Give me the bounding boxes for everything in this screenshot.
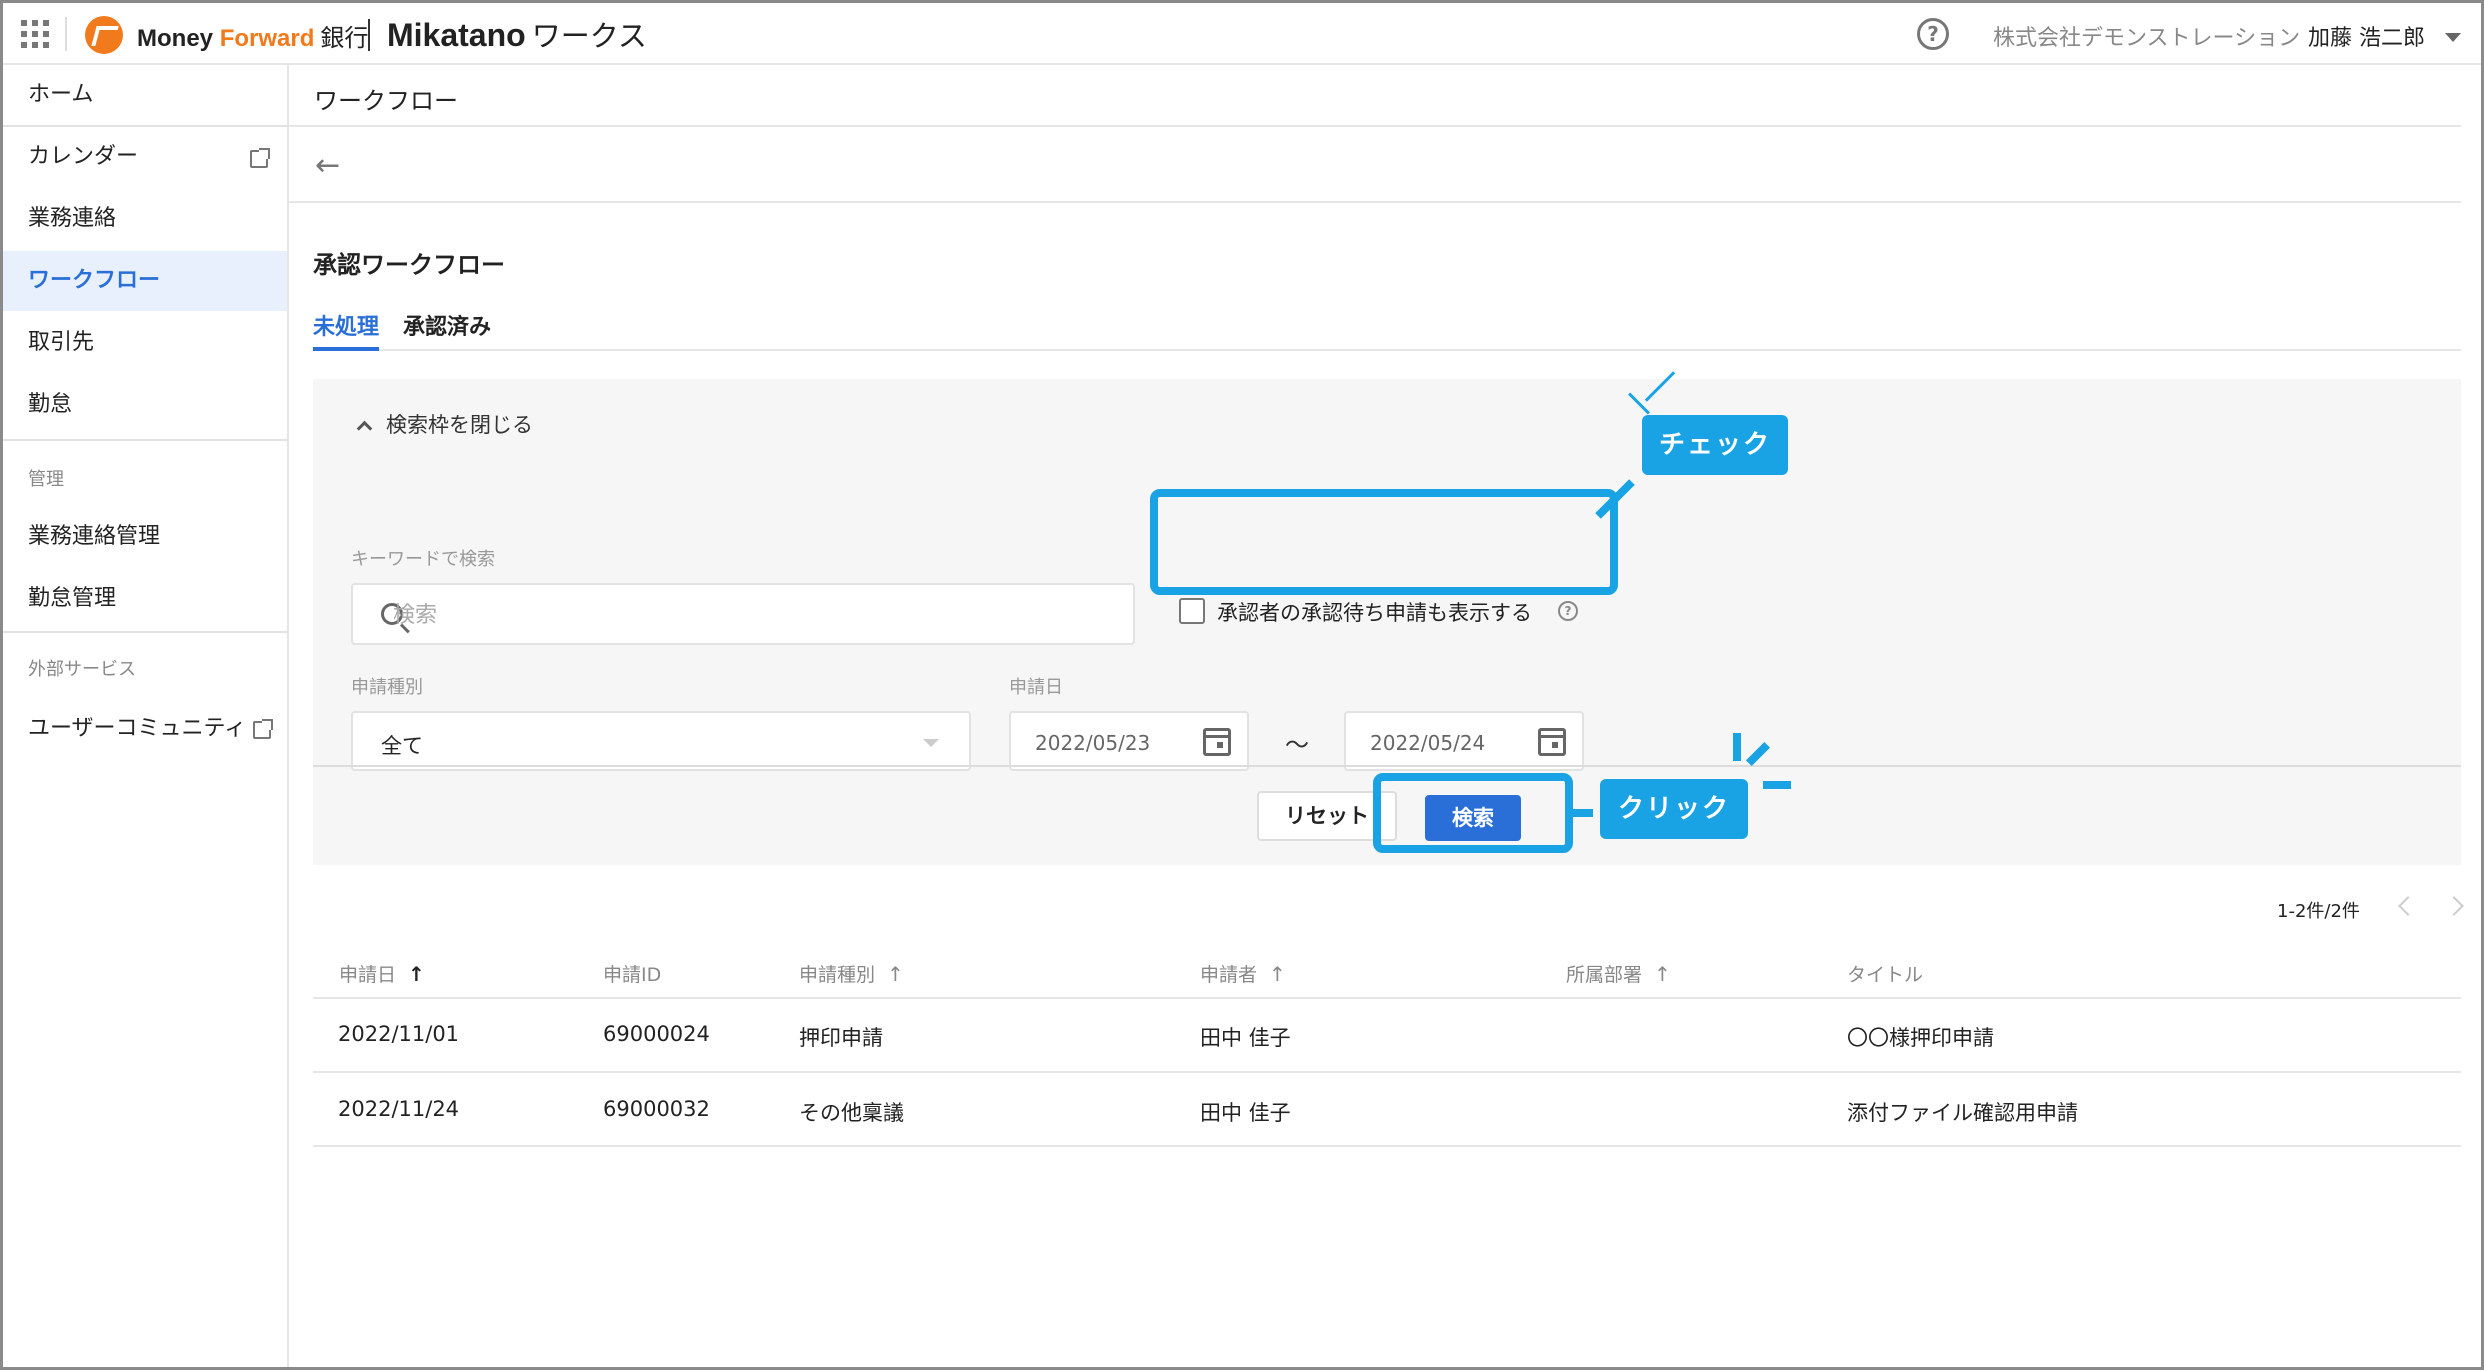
column-header-id: 申請ID — [603, 964, 662, 986]
column-header-type[interactable]: 申請種別 ↑ — [799, 960, 904, 987]
external-link-icon — [250, 148, 270, 168]
brand-separator — [368, 19, 370, 51]
sidebar-item-calendar[interactable]: カレンダー — [3, 127, 287, 187]
cell-applicant: 田中 佳子 — [1200, 1101, 1291, 1125]
click-burst-stroke — [1763, 781, 1791, 789]
page-header: ワークフロー — [289, 65, 2461, 127]
callout-connector — [1571, 809, 1593, 817]
cell-id: 69000024 — [603, 1022, 710, 1046]
page-header-title: ワークフロー — [314, 87, 458, 115]
back-arrow-icon[interactable]: ← — [315, 151, 340, 181]
sidebar-section-external: 外部サービス — [28, 659, 136, 680]
table-header-divider — [313, 997, 2461, 999]
cell-title: 〇〇様押印申請 — [1847, 1026, 1994, 1050]
user-menu[interactable]: 加藤 浩二郎 — [2308, 20, 2425, 52]
sidebar-section-admin: 管理 — [28, 469, 64, 490]
main-content: ワークフロー ← 承認ワークフロー 未処理 承認済み 検索枠を閉じる キーワード… — [289, 65, 2481, 1367]
app-grid-icon[interactable] — [21, 20, 49, 48]
table-row-divider — [313, 1071, 2461, 1073]
cell-applicant: 田中 佳子 — [1200, 1026, 1291, 1050]
question-circle-icon[interactable]: ? — [1558, 601, 1578, 621]
sort-arrow-up-icon: ↑ — [408, 962, 425, 986]
type-select[interactable]: 全て — [351, 711, 971, 771]
sort-arrow-up-icon: ↑ — [887, 962, 904, 986]
collapse-search-toggle[interactable]: 検索枠を閉じる — [356, 409, 533, 439]
column-header-applicant[interactable]: 申請者 ↑ — [1200, 960, 1286, 987]
column-header-department[interactable]: 所属部署 ↑ — [1566, 960, 1671, 987]
product-name: Mikatano ワークス — [387, 17, 647, 53]
sidebar-item-home[interactable]: ホーム — [3, 65, 287, 125]
sort-arrow-up-icon: ↑ — [1654, 962, 1671, 986]
sidebar-item-notices[interactable]: 業務連絡 — [3, 189, 287, 249]
tabs: 未処理 承認済み — [313, 309, 2461, 351]
cell-title: 添付ファイル確認用申請 — [1847, 1101, 2078, 1125]
help-icon[interactable]: ? — [1917, 18, 1949, 50]
chevron-left-icon[interactable] — [2398, 896, 2418, 916]
click-callout: クリック — [1600, 779, 1748, 839]
column-header-date[interactable]: 申請日 ↑ — [339, 960, 425, 987]
keyword-label: キーワードで検索 — [351, 549, 495, 570]
cell-type: 押印申請 — [799, 1026, 883, 1050]
sidebar-item-attendance-admin[interactable]: 勤怠管理 — [3, 569, 287, 629]
brand-name: Money Forward 銀行 — [137, 25, 369, 52]
sidebar-item-clients[interactable]: 取引先 — [3, 313, 287, 373]
type-select-value: 全て — [381, 734, 423, 758]
section-title: 承認ワークフロー — [313, 251, 505, 279]
top-header: Money Forward 銀行 Mikatano ワークス ? 株式会社デモンスト… — [3, 3, 2481, 65]
column-header-title: タイトル — [1847, 964, 1924, 986]
sidebar-item-label: カレンダー — [28, 144, 139, 169]
tab-approved[interactable]: 承認済み — [403, 309, 491, 351]
date-from-value: 2022/05/23 — [1035, 731, 1151, 755]
sidebar-item-label: ユーザーコミュニティ — [28, 716, 247, 741]
sidebar: ホーム カレンダー 業務連絡 ワークフロー 取引先 勤怠 管理 業務連絡管理 勤… — [3, 65, 289, 1367]
checkbox-label: 承認者の承認待ち申請も表示する — [1217, 601, 1532, 625]
sidebar-item-workflow[interactable]: ワークフロー — [3, 251, 287, 311]
date-to-field[interactable]: 2022/05/24 — [1344, 711, 1584, 771]
search-input-box — [351, 583, 1135, 645]
cell-date: 2022/11/24 — [338, 1097, 460, 1121]
date-range-separator: 〜 — [1285, 731, 1309, 759]
chevron-down-icon — [923, 739, 939, 747]
date-from-field[interactable]: 2022/05/23 — [1009, 711, 1249, 771]
search-input[interactable] — [393, 593, 1093, 637]
sidebar-item-attendance[interactable]: 勤怠 — [3, 375, 287, 435]
sidebar-item-notice-admin[interactable]: 業務連絡管理 — [3, 507, 287, 567]
sidebar-divider — [3, 439, 287, 441]
sidebar-item-user-community[interactable]: ユーザーコミュニティ — [3, 699, 287, 759]
chevron-down-icon[interactable] — [2445, 33, 2461, 42]
calendar-icon[interactable] — [1203, 728, 1231, 756]
chevron-up-icon — [356, 420, 373, 437]
cell-id: 69000032 — [603, 1097, 710, 1121]
check-callout: チェック — [1642, 415, 1788, 475]
sort-arrow-up-icon: ↑ — [1269, 962, 1286, 986]
panel-divider — [313, 765, 2461, 767]
search-button-highlight-box — [1373, 773, 1573, 853]
money-forward-logo-icon — [85, 16, 123, 54]
pagination-info: 1-2件/2件 — [2277, 901, 2360, 922]
company-name: 株式会社デモンストレーション — [1993, 26, 2301, 51]
date-label: 申請日 — [1009, 677, 1063, 698]
date-to-value: 2022/05/24 — [1370, 731, 1486, 755]
chevron-right-icon[interactable] — [2444, 896, 2464, 916]
header-divider — [65, 17, 67, 51]
back-row: ← — [289, 127, 2461, 203]
checkbox-highlight-box — [1150, 489, 1618, 595]
external-link-icon — [253, 719, 273, 739]
type-label: 申請種別 — [351, 677, 423, 698]
show-pending-approvals-checkbox[interactable] — [1179, 598, 1205, 624]
calendar-icon[interactable] — [1538, 728, 1566, 756]
tab-pending[interactable]: 未処理 — [313, 309, 380, 351]
click-burst-stroke — [1733, 733, 1741, 761]
sidebar-divider — [3, 631, 287, 633]
cell-type: その他稟議 — [799, 1101, 904, 1125]
cell-date: 2022/11/01 — [338, 1022, 460, 1046]
table-row-divider — [313, 1145, 2461, 1147]
